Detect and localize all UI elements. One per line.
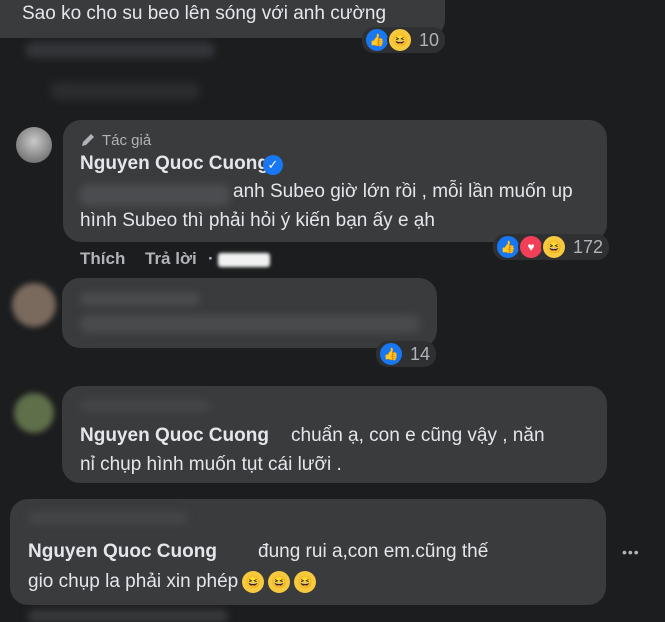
haha-icon: 😆	[387, 27, 413, 53]
comment-text: hình Subeo thì phải hỏi ý kiến bạn ấy e …	[80, 210, 435, 231]
blurred-name	[80, 400, 210, 412]
blurred-text	[80, 315, 420, 333]
comment-text: đung rui a,con em.cũng thế	[258, 541, 489, 562]
avatar[interactable]	[16, 127, 52, 163]
blurred-actions	[28, 610, 228, 622]
reactions-summary[interactable]: 👍 14	[376, 341, 437, 367]
blurred-actions	[25, 42, 215, 58]
verified-icon: ✓	[263, 155, 283, 175]
comment-text: chuẩn ạ, con e cũng vậy , năn	[291, 425, 545, 446]
avatar[interactable]	[14, 393, 54, 433]
haha-icon: 😆	[541, 234, 567, 260]
reaction-count: 172	[573, 236, 604, 257]
reaction-count: 14	[410, 343, 431, 364]
commenter-name[interactable]: Nguyen Quoc Cuong	[80, 150, 269, 178]
author-badge: Tác giả	[102, 132, 152, 149]
laughing-emoji-icon: 😆	[294, 570, 317, 593]
separator: ·	[208, 249, 214, 268]
more-options-icon[interactable]: •••	[622, 544, 640, 560]
comment-text: gio chụp la phải xin phép	[28, 571, 239, 592]
comment-text: nỉ chụp hình muốn tụt cái lưỡi .	[80, 454, 342, 475]
like-icon: 👍	[378, 341, 404, 367]
redacted-timestamp	[218, 253, 270, 267]
blurred-name	[28, 512, 188, 524]
mention-name[interactable]: Nguyen Quoc Cuong	[80, 422, 269, 450]
blurred-mention	[80, 184, 230, 206]
reaction-count: 10	[419, 29, 440, 50]
blurred-reply-preview	[50, 82, 200, 100]
comment-text: anh Subeo giờ lớn rồi , mỗi lần muốn up	[233, 181, 573, 202]
comment-bubble	[62, 278, 437, 348]
reply-action[interactable]: Trả lời	[145, 249, 197, 269]
mention-name[interactable]: Nguyen Quoc Cuong	[28, 538, 217, 566]
comment-text: Sao ko cho su beo lên sóng với anh cường	[22, 3, 387, 24]
avatar[interactable]	[12, 283, 56, 327]
laughing-emoji-icon: 😆	[268, 570, 291, 593]
reactions-summary[interactable]: 👍 😆 10	[362, 27, 446, 53]
laughing-emoji-icon: 😆	[242, 570, 265, 593]
reactions-summary[interactable]: 👍 ♥ 😆 172	[493, 234, 610, 260]
like-action[interactable]: Thích	[80, 249, 125, 269]
comment-text-line: gio chụp la phải xin phép 😆 😆 😆	[28, 568, 317, 596]
blurred-name	[80, 292, 200, 306]
